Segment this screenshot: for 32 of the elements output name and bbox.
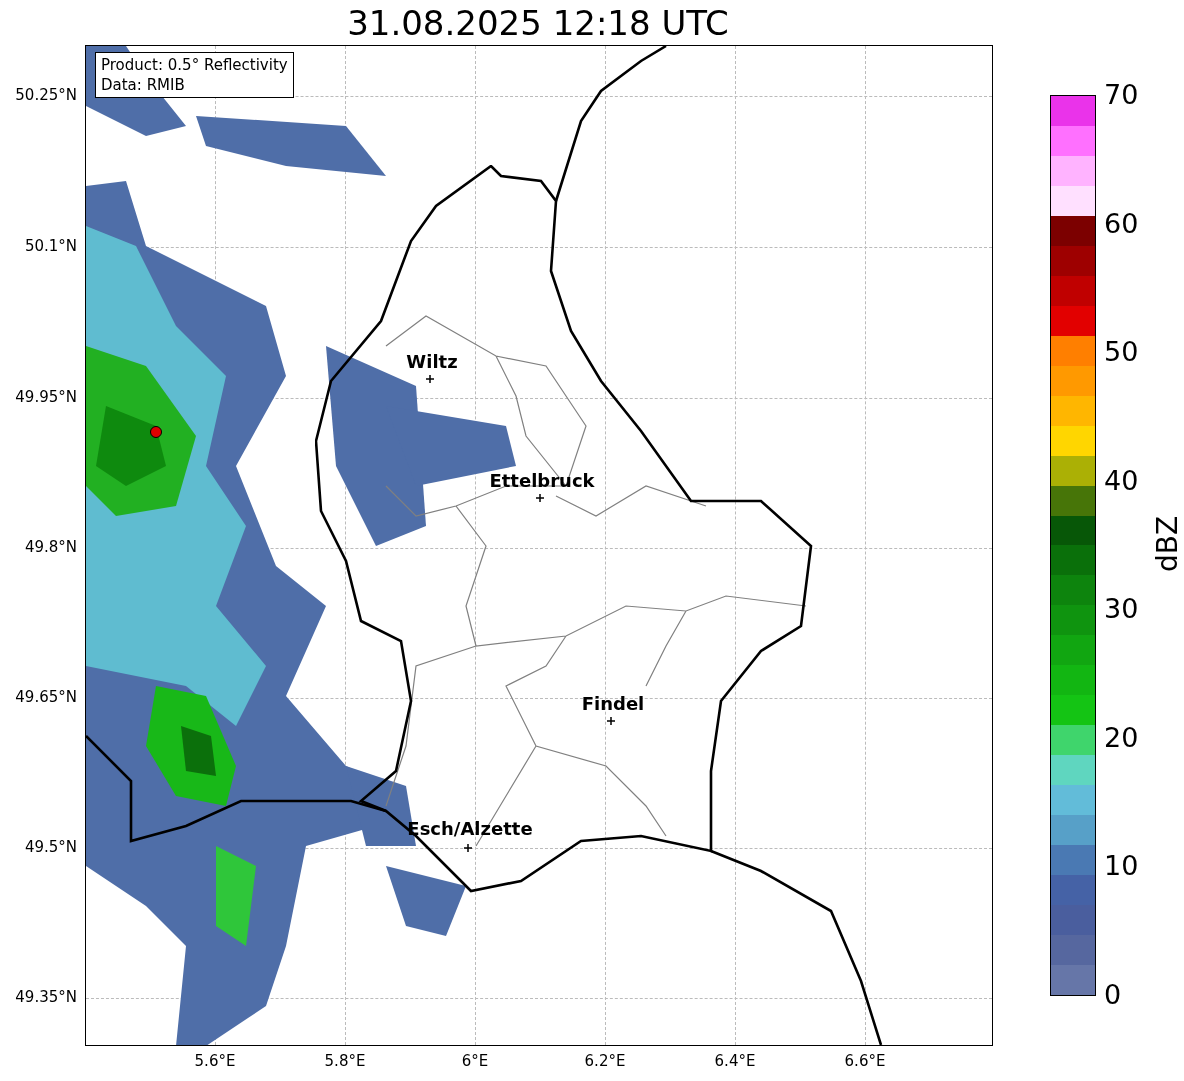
city-label: Ettelbruck: [489, 472, 595, 490]
plus-marker-icon: [607, 717, 615, 725]
info-text: Product: 0.5° Reflectivity: [101, 55, 288, 75]
latitude-label: 50.25°N: [15, 88, 77, 103]
longitude-label: 6.2°E: [584, 1054, 626, 1069]
scale-tick-label: 20: [1104, 723, 1139, 751]
plus-marker-icon: [536, 494, 544, 502]
latitude-label: 49.95°N: [15, 390, 77, 405]
scale-tick-label: 0: [1104, 981, 1122, 1008]
scale-tick-label: 50: [1104, 338, 1139, 366]
info-text: Data: RMIB: [101, 75, 186, 95]
latitude-label: 49.5°N: [24, 840, 77, 855]
longitude-label: 5.6°E: [194, 1054, 236, 1069]
chart-title: 31.08.2025 12:18 UTC: [347, 5, 729, 40]
scale-tick-label: 10: [1104, 852, 1139, 880]
scale-tick-label: 70: [1104, 81, 1139, 108]
scale-tick-label: 40: [1104, 466, 1139, 494]
latitude-label: 50.1°N: [24, 239, 77, 254]
longitude-label: 5.8°E: [324, 1054, 366, 1069]
longitude-label: 6°E: [461, 1054, 489, 1069]
scale-unit-label: dBZ: [1154, 515, 1183, 573]
plus-marker-icon: [426, 375, 434, 383]
latitude-label: 49.8°N: [24, 540, 77, 555]
scale-tick-label: 30: [1104, 595, 1139, 623]
latitude-label: 49.65°N: [15, 690, 77, 705]
scale-tick-label: 60: [1104, 209, 1139, 237]
plus-marker-icon: [464, 844, 472, 852]
city-label: Findel: [581, 695, 645, 713]
city-label: Wiltz: [406, 353, 458, 371]
latitude-label: 49.35°N: [15, 990, 77, 1005]
longitude-label: 6.6°E: [844, 1054, 886, 1069]
longitude-label: 6.4°E: [714, 1054, 756, 1069]
